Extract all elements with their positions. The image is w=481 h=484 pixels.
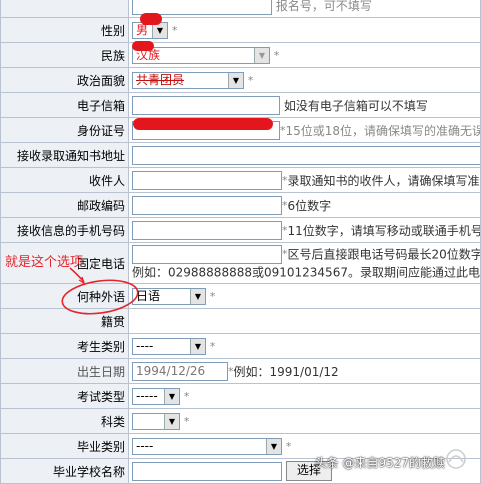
- recipient-hint: 录取通知书的收件人，请确保填写准: [287, 173, 480, 188]
- chevron-down-icon: ▼: [190, 338, 205, 354]
- recipient-field[interactable]: [132, 170, 282, 190]
- exam-type-value: -----: [136, 388, 158, 403]
- postal-code-label: 邮政编码: [0, 192, 129, 218]
- ethnicity-label: 民族: [0, 42, 129, 68]
- chevron-down-icon: ▼: [190, 288, 205, 304]
- required-star: *: [273, 48, 280, 62]
- watermark-logo-icon: [446, 449, 466, 469]
- gender-label: 性别: [0, 17, 129, 43]
- required-star: *: [285, 439, 292, 453]
- mobile-field[interactable]: [132, 220, 282, 240]
- registration-form: 报名号，可不填写 性别 男 ▼ * 民族 汉族 ▼ * 政治面貌 共青团员 ▼ * 电…: [0, 0, 481, 484]
- school-name-label: 毕业学校名称: [0, 458, 129, 484]
- redaction-mark: [140, 13, 162, 25]
- annotation-text: 就是这个选项: [5, 255, 84, 270]
- political-status-value: 共青团员: [136, 72, 185, 87]
- required-star: *: [209, 339, 216, 353]
- graduation-type-value: ----: [136, 438, 154, 453]
- landline-hint: 区号后直接跟电话号码最长20位数字: [287, 247, 481, 262]
- mobile-hint: 11位数字，请填写移动或联通手机号: [287, 223, 481, 238]
- birth-date-label: 出生日期: [0, 358, 129, 384]
- email-hint: 如没有电子信箱可以不填写: [283, 98, 428, 113]
- birth-date-hint: 例如：1991/01/12: [233, 364, 339, 379]
- subject-category-label: 科类: [0, 408, 129, 434]
- email-field[interactable]: [132, 95, 280, 115]
- political-status-label: 政治面貌: [0, 67, 129, 93]
- required-star: *: [183, 389, 190, 403]
- landline-field[interactable]: [132, 245, 282, 265]
- exam-type-select[interactable]: ----- ▼: [132, 387, 180, 405]
- graduation-type-select[interactable]: ---- ▼: [132, 437, 282, 455]
- birth-date-field[interactable]: 1994/12/26: [132, 361, 228, 381]
- required-star: *: [171, 23, 178, 37]
- id-number-label: 身份证号: [0, 117, 129, 143]
- candidate-type-value: ----: [136, 338, 154, 353]
- redaction-mark: [133, 118, 273, 130]
- postal-code-hint: 6位数字: [287, 198, 332, 213]
- chevron-down-icon: ▼: [266, 438, 281, 454]
- chevron-down-icon: ▼: [164, 413, 179, 429]
- foreign-language-value: 日语: [136, 288, 161, 303]
- political-status-select[interactable]: 共青团员 ▼: [132, 71, 244, 89]
- redaction-mark: [132, 41, 154, 51]
- exam-number-hint: 报名号，可不填写: [275, 0, 372, 13]
- exam-type-label: 考试类型: [0, 383, 129, 409]
- chevron-down-icon: ▼: [228, 72, 243, 88]
- email-label: 电子信箱: [0, 92, 129, 118]
- form-label-0: [0, 0, 129, 18]
- foreign-language-select[interactable]: 日语 ▼: [132, 287, 206, 305]
- mailing-address-field[interactable]: [132, 145, 480, 165]
- subject-category-select[interactable]: ▼: [132, 412, 180, 430]
- recipient-label: 收件人: [0, 167, 129, 193]
- candidate-type-select[interactable]: ---- ▼: [132, 337, 206, 355]
- id-number-hint: 15位或18位，请确保填写的准确无误: [285, 123, 481, 138]
- graduation-type-label: 毕业类别: [0, 433, 129, 459]
- postal-code-field[interactable]: [132, 195, 282, 215]
- watermark-text: 头条 @来自9527的救赎: [314, 456, 445, 470]
- candidate-type-label: 考生类别: [0, 333, 129, 359]
- chevron-down-icon: ▼: [164, 388, 179, 404]
- native-place-label: 籍贯: [0, 308, 129, 334]
- chevron-down-icon: ▼: [254, 47, 269, 63]
- required-star: *: [183, 414, 190, 428]
- mailing-address-label: 接收录取通知书地址: [0, 142, 129, 168]
- foreign-language-label: 何种外语: [0, 283, 129, 309]
- required-star: *: [247, 73, 254, 87]
- required-star: *: [209, 289, 216, 303]
- mobile-label: 接收信息的手机号码: [0, 217, 129, 243]
- landline-example: 例如：02988888888或09101234567。录取期间应能通过此电: [132, 265, 480, 280]
